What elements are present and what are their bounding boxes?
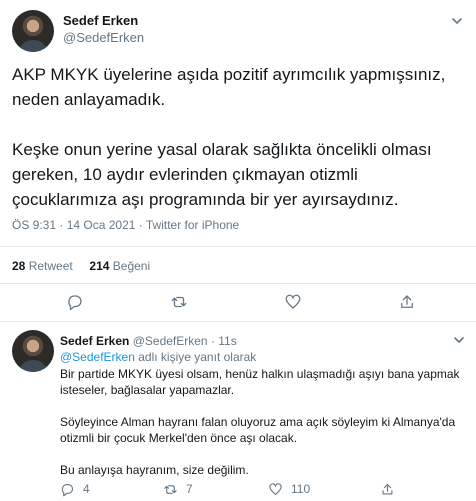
retweets-label: Retweet — [28, 259, 73, 273]
reply-author-handle: @SedefErken · 11s — [132, 334, 237, 348]
like-icon — [269, 482, 282, 495]
replying-to-suffix: adlı kişiye yanıt olarak — [138, 350, 257, 364]
retweets-stat[interactable]: 28 Retweet — [12, 259, 73, 273]
chevron-down-icon[interactable] — [450, 14, 464, 28]
retweet-count: 7 — [186, 482, 193, 496]
divider — [0, 283, 476, 284]
share-icon — [382, 483, 393, 494]
tweet-stats: 28 Retweet 214 Beğeni — [12, 259, 150, 273]
likes-label: Beğeni — [112, 259, 151, 273]
likes-count: 214 — [89, 259, 110, 273]
reply-count: 4 — [83, 482, 90, 496]
replying-to: @SedefErken adlı kişiye yanıt olarak — [60, 350, 256, 364]
tweet-text: AKP MKYK üyelerine aşıda pozitif ayrımcı… — [12, 65, 446, 209]
reply-share-button[interactable] — [380, 481, 403, 497]
avatar[interactable] — [12, 330, 54, 372]
reply-text: Bir partide MKYK üyesi olsam, henüz halk… — [60, 367, 460, 477]
reply-author-name: Sedef Erken — [60, 334, 130, 348]
like-count: 110 — [291, 482, 311, 496]
reply-retweet-button[interactable]: 7 — [163, 481, 193, 497]
reply-icon[interactable] — [66, 293, 84, 311]
replying-to-link[interactable]: @SedefErken — [60, 350, 135, 364]
retweets-count: 28 — [12, 259, 26, 273]
reply-like-button[interactable]: 110 — [268, 481, 310, 497]
tweet-timestamp[interactable]: ÖS 9:31 · 14 Oca 2021 · Twitter for iPho… — [12, 218, 239, 232]
reply-icon — [61, 483, 74, 496]
divider — [0, 246, 476, 247]
chevron-down-icon[interactable] — [452, 333, 466, 347]
share-icon[interactable] — [398, 293, 416, 311]
likes-stat[interactable]: 214 Beğeni — [89, 259, 150, 273]
reply-reply-button[interactable]: 4 — [60, 481, 90, 497]
retweet-icon — [164, 484, 177, 494]
author-name[interactable]: Sedef Erken — [63, 13, 138, 28]
like-icon[interactable] — [284, 293, 302, 311]
reply-author[interactable]: Sedef Erken @SedefErken · 11s — [60, 334, 237, 348]
author-handle[interactable]: @SedefErken — [63, 30, 144, 45]
avatar[interactable] — [12, 10, 54, 52]
divider — [0, 321, 476, 322]
retweet-icon[interactable] — [170, 293, 188, 311]
